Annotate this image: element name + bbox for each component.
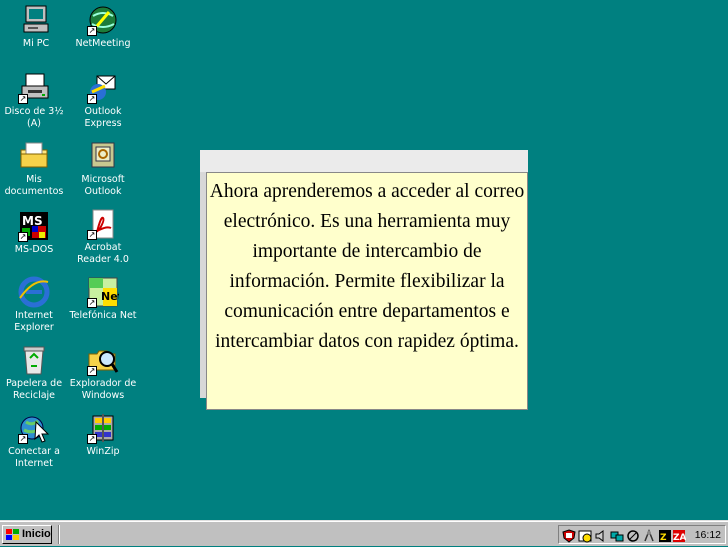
svg-text:Net: Net (101, 290, 119, 303)
desktop-icon-papelera[interactable]: Papelera de Reciclaje (0, 344, 68, 402)
netmeeting-icon: ↗ (87, 4, 119, 36)
desktop-icon-label: Internet Explorer (14, 310, 54, 333)
monitor-icon[interactable] (626, 528, 640, 542)
volume-icon[interactable] (594, 528, 608, 542)
shield-icon[interactable] (562, 528, 576, 543)
desktop-icon-label: Acrobat Reader 4.0 (77, 242, 129, 265)
network-icon[interactable] (610, 528, 624, 542)
desktop-icon-microsoft-outlook[interactable]: Microsoft Outlook (69, 140, 137, 198)
shortcut-arrow-icon: ↗ (87, 26, 97, 36)
shortcut-arrow-icon: ↗ (87, 230, 97, 240)
desktop-icon-ms-dos[interactable]: MS ↗ MS-DOS (0, 210, 68, 256)
desktop-icon-outlook-express[interactable]: ↗ Outlook Express (69, 72, 137, 130)
shortcut-arrow-icon: ↗ (87, 434, 97, 444)
desktop-icon-winzip[interactable]: ↗ WinZip (69, 412, 137, 458)
msdos-icon: MS ↗ (18, 210, 50, 242)
callout-note: Ahora aprenderemos a acceder al correo e… (206, 172, 528, 410)
taskbar-separator (58, 525, 60, 544)
outlook-icon (87, 140, 119, 172)
desktop-icon-conectar[interactable]: ↗ Conectar a Internet (0, 412, 68, 470)
desktop-icon-mis-documentos[interactable]: Mis documentos (0, 140, 68, 198)
shortcut-arrow-icon: ↗ (18, 94, 28, 104)
computer-icon (20, 4, 52, 36)
desktop-icon-label: Explorador de Windows (69, 378, 137, 401)
telefonica-net-icon: Net ↗ (87, 276, 123, 308)
acrobat-icon: ↗ (87, 208, 119, 240)
shortcut-arrow-icon: ↗ (18, 232, 28, 242)
floppy-drive-icon: ↗ (18, 72, 50, 104)
shortcut-arrow-icon: ↗ (87, 94, 97, 104)
internet-explorer-icon (18, 276, 50, 308)
desktop-icon-label: Outlook Express (84, 106, 122, 129)
callout-backdrop-stripe (200, 150, 528, 172)
desktop-icon-label: Microsoft Outlook (81, 174, 125, 197)
desktop-icon-mi-pc[interactable]: Mi PC (2, 4, 70, 50)
satellite-icon[interactable] (642, 528, 656, 542)
desktop: Mi PC ↗ Disco de 3½ (A) Mis documentos M… (0, 0, 728, 520)
desktop-icon-label: MS-DOS (14, 244, 54, 255)
desktop-icon-label: NetMeeting (75, 38, 131, 49)
desktop-icon-label: Mis documentos (4, 174, 64, 197)
shortcut-arrow-icon: ↗ (87, 366, 97, 376)
desktop-icon-label: Mi PC (22, 38, 50, 49)
svg-text:Z: Z (660, 533, 667, 543)
desktop-icon-floppy[interactable]: ↗ Disco de 3½ (A) (0, 72, 68, 130)
desktop-icon-internet-explorer[interactable]: Internet Explorer (0, 276, 68, 334)
clock[interactable]: 16:12 (695, 528, 721, 542)
system-tray: Z ZA 16:12 (558, 525, 726, 544)
shortcut-arrow-icon: ↗ (18, 434, 28, 444)
taskbar: Inicio Z ZA 16:12 (0, 520, 728, 546)
winzip-icon: ↗ (87, 412, 119, 444)
desktop-icon-label: Papelera de Reciclaje (5, 378, 63, 401)
windows-logo-icon (6, 529, 19, 540)
desktop-icon-telefonica-net[interactable]: Net ↗ Telefónica Net (69, 276, 137, 322)
zip-icon[interactable]: Z (658, 528, 672, 543)
desktop-icon-netmeeting[interactable]: ↗ NetMeeting (69, 4, 137, 50)
desktop-icon-label: Disco de 3½ (A) (4, 106, 64, 129)
desktop-icon-label: WinZip (86, 446, 120, 457)
svg-text:ZA: ZA (673, 533, 686, 543)
desktop-icon-explorador[interactable]: ↗ Explorador de Windows (69, 344, 137, 402)
desktop-icon-label: Conectar a Internet (8, 446, 60, 469)
outlook-express-icon: ↗ (87, 72, 119, 104)
folder-icon (18, 140, 50, 172)
task-scheduler-icon[interactable] (578, 528, 592, 543)
desktop-icon-acrobat[interactable]: ↗ Acrobat Reader 4.0 (69, 208, 137, 266)
start-label: Inicio (22, 528, 51, 540)
shortcut-arrow-icon: ↗ (87, 298, 97, 308)
svg-text:MS: MS (22, 214, 43, 228)
start-button[interactable]: Inicio (2, 525, 52, 544)
recycle-bin-icon (18, 344, 50, 376)
windows-explorer-icon: ↗ (87, 344, 119, 376)
connect-internet-icon: ↗ (18, 412, 50, 444)
zonealarm-icon[interactable]: ZA (672, 528, 687, 543)
desktop-icon-label: Telefónica Net (69, 310, 137, 321)
